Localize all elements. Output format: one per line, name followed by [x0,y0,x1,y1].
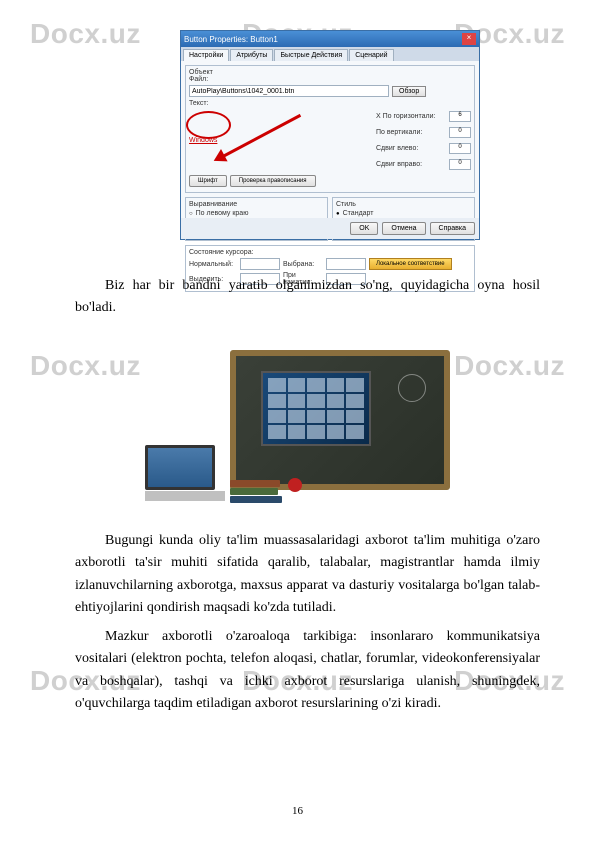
close-icon: × [462,33,476,45]
help-button: Справка [430,222,475,235]
laptop-icon [145,445,230,505]
file-input [189,85,389,97]
spellcheck-button: Проверка правописания [230,175,316,187]
text-label: Текст: [189,100,471,107]
annotation-circle [186,111,231,139]
dialog-tabs: Настройки Атрибуты Быстрые Действия Сцен… [181,47,479,61]
tab-attributes: Атрибуты [230,49,273,61]
chalkboard-frame [230,350,450,490]
globe-icon [398,374,426,402]
dialog-titlebar: Button Properties: Button1 × [181,31,479,47]
browse-button: Обзор [392,86,426,97]
font-button: Шрифт [189,175,227,187]
apple-icon [288,478,302,492]
dialog-body: Объект Файл: Обзор Текст: Windows X По г… [181,61,479,224]
page-number: 16 [0,805,595,817]
dialog-window-image: Button Properties: Button1 × Настройки А… [180,30,480,240]
paragraph-3: Mazkur axborotli o'zaroaloqa tarkibiga: … [75,626,540,716]
tab-script: Сценарий [349,49,393,61]
books-icon [230,480,285,510]
paragraph-1: Biz har bir bandni yaratib olganimizdan … [75,275,540,320]
watermark: Docx.uz [454,350,565,382]
dialog-button-bar: OK Отмена Справка [181,218,479,239]
cancel-button: Отмена [382,222,425,235]
dialog-title: Button Properties: Button1 [184,35,278,44]
paragraph-2: Bugungi kunda oliy ta'lim muassasalarida… [75,530,540,620]
chalkboard-illustration [140,340,450,510]
file-label: Файл: [189,76,471,83]
tab-settings: Настройки [183,49,229,61]
object-label: Объект [189,69,471,76]
ok-button: OK [350,222,378,235]
screen-icon [261,371,371,446]
watermark: Docx.uz [30,18,141,50]
watermark: Docx.uz [30,350,141,382]
tab-actions: Быстрые Действия [274,49,348,61]
compat-button: Локальное соответствие [369,258,452,270]
